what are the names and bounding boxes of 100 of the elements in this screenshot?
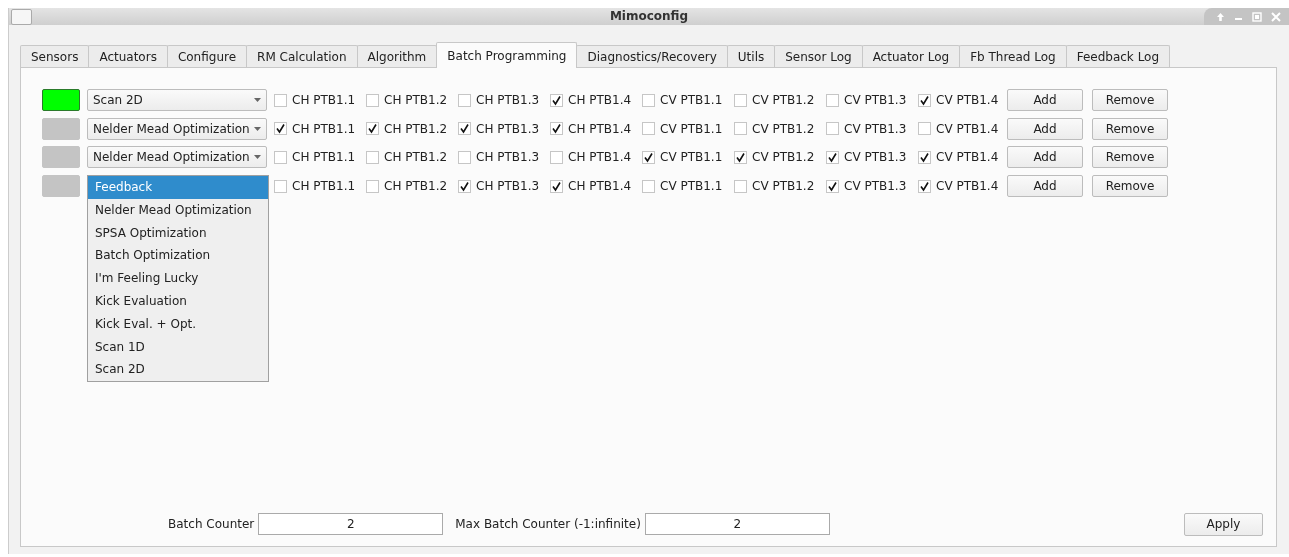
checkbox[interactable] (458, 93, 471, 107)
add-button[interactable]: Add (1007, 175, 1083, 198)
caret-icon (254, 126, 261, 131)
checkbox[interactable] (274, 122, 287, 136)
checkbox[interactable] (550, 150, 563, 164)
menu-item[interactable]: Kick Evaluation (88, 290, 268, 313)
checkbox-label: CV PTB1.1 (660, 121, 723, 136)
add-button[interactable]: Add (1007, 117, 1083, 140)
menu-item[interactable]: SPSA Optimization (88, 221, 268, 245)
checkbox-label: CH PTB1.2 (384, 121, 448, 136)
checkbox[interactable] (366, 122, 379, 136)
checkbox[interactable] (550, 179, 563, 193)
algorithm-dropdown[interactable]: Nelder Mead Optimization (87, 146, 267, 169)
menu-item[interactable]: Batch Optimization (88, 244, 268, 268)
checkbox-label: CH PTB1.4 (568, 121, 632, 136)
checkbox[interactable] (826, 93, 839, 107)
checkbox-label: CV PTB1.3 (844, 93, 907, 107)
input-field[interactable]: 2 (644, 513, 830, 535)
checkbox-label: CH PTB1.1 (292, 121, 356, 136)
checkbox[interactable] (550, 93, 563, 107)
tab[interactable]: Feedback Log (1065, 45, 1171, 67)
menu-item[interactable]: Feedback (88, 176, 268, 199)
checkbox[interactable] (458, 179, 471, 193)
tab[interactable]: Fb Thread Log (959, 45, 1067, 67)
remove-button[interactable]: Remove (1092, 175, 1168, 198)
checkbox[interactable] (274, 93, 287, 107)
checkbox[interactable] (734, 150, 747, 164)
checkbox[interactable] (642, 93, 655, 107)
checkbox-label: CV PTB1.3 (844, 150, 907, 165)
tab[interactable]: Diagnostics/Recovery (576, 45, 728, 67)
checkbox[interactable] (918, 150, 931, 164)
checkbox[interactable] (550, 122, 563, 136)
tab[interactable]: Algorithm (356, 45, 438, 67)
checkbox-label: CH PTB1.4 (568, 179, 632, 194)
checkbox[interactable] (734, 179, 747, 193)
checkbox[interactable] (826, 122, 839, 136)
add-button[interactable]: Add (1007, 89, 1083, 111)
caret-icon (254, 155, 261, 160)
checkbox[interactable] (734, 93, 747, 107)
checkbox[interactable] (734, 122, 747, 136)
algorithm-dropdown[interactable]: Nelder Mead Optimization (87, 117, 267, 140)
menu-item[interactable]: Kick Eval. + Opt. (88, 312, 268, 336)
window-menu-button[interactable] (11, 8, 32, 25)
checkbox[interactable] (366, 93, 379, 107)
tab[interactable]: Configure (166, 45, 248, 67)
maximize-icon[interactable] (1252, 11, 1262, 22)
checkbox-label: CV PTB1.2 (752, 179, 815, 194)
checkbox-label: CV PTB1.1 (660, 179, 723, 194)
algorithm-dropdown[interactable]: Scan 2D (87, 89, 267, 111)
checkbox-label: CV PTB1.4 (936, 179, 999, 194)
checkbox[interactable] (918, 179, 931, 193)
input-field[interactable]: 2 (258, 513, 444, 535)
checkbox-label: CV PTB1.4 (936, 150, 999, 165)
checkbox-label: CV PTB1.3 (844, 121, 907, 136)
checkbox[interactable] (458, 150, 471, 164)
menu-item[interactable]: Scan 2D (88, 358, 268, 382)
checkbox-label: CH PTB1.4 (568, 150, 632, 165)
checkbox-label: CV PTB1.4 (936, 121, 999, 136)
checkbox[interactable] (642, 179, 655, 193)
checkbox-label: CV PTB1.2 (752, 121, 815, 136)
close-icon[interactable] (1271, 11, 1281, 22)
tab[interactable]: Actuators (88, 45, 168, 67)
checkbox[interactable] (366, 150, 379, 164)
tab[interactable]: Sensors (20, 45, 90, 67)
checkbox[interactable] (642, 122, 655, 136)
checkbox[interactable] (826, 150, 839, 164)
arrow-up-icon[interactable] (1216, 11, 1225, 22)
checkbox[interactable] (918, 93, 931, 107)
window-title: Mimoconfig (609, 9, 689, 23)
tab[interactable]: Sensor Log (774, 45, 863, 67)
apply-button[interactable]: Apply (1184, 512, 1263, 536)
checkbox-label: CH PTB1.1 (292, 179, 356, 194)
remove-button[interactable]: Remove (1092, 146, 1168, 169)
checkbox-label: CH PTB1.1 (292, 150, 356, 165)
menu-item[interactable]: Scan 1D (88, 335, 268, 359)
checkbox-label: CH PTB1.3 (476, 93, 540, 107)
tab[interactable]: Utils (726, 45, 776, 67)
checkbox[interactable] (274, 179, 287, 193)
checkbox[interactable] (366, 179, 379, 193)
checkbox-label: CV PTB1.4 (936, 93, 999, 107)
menu-item[interactable]: I'm Feeling Lucky (88, 267, 268, 291)
checkbox[interactable] (458, 122, 471, 136)
menu-item[interactable]: Nelder Mead Optimization (88, 198, 268, 222)
checkbox-label: CH PTB1.2 (384, 179, 448, 194)
checkbox[interactable] (642, 150, 655, 164)
add-button[interactable]: Add (1007, 146, 1083, 169)
checkbox-label: CV PTB1.2 (752, 150, 815, 165)
tab[interactable]: Batch Programming (436, 42, 578, 68)
remove-button[interactable]: Remove (1092, 89, 1168, 111)
checkbox-label: CH PTB1.3 (476, 179, 540, 194)
checkbox[interactable] (826, 179, 839, 193)
checkbox[interactable] (274, 150, 287, 164)
tab[interactable]: Actuator Log (861, 45, 961, 67)
checkbox[interactable] (918, 122, 931, 136)
field-label: Max Batch Counter (-1:infinite) (455, 517, 641, 531)
checkbox-label: CV PTB1.1 (660, 150, 723, 165)
checkbox-label: CV PTB1.1 (660, 93, 723, 107)
remove-button[interactable]: Remove (1092, 117, 1168, 140)
checkbox-label: CH PTB1.3 (476, 150, 540, 165)
tab[interactable]: RM Calculation (246, 45, 358, 67)
